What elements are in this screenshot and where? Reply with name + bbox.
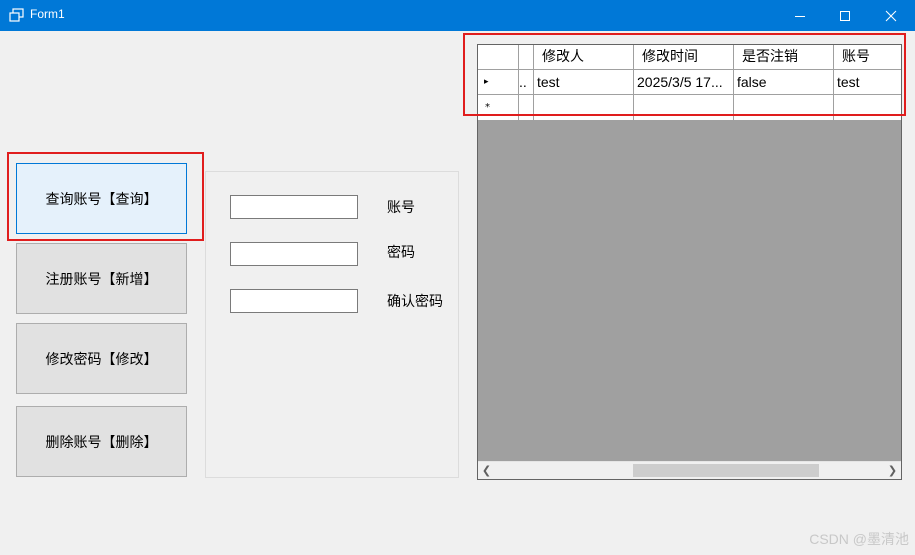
table-cell[interactable]: test bbox=[534, 70, 634, 94]
account-label: 账号 bbox=[387, 200, 415, 216]
account-input[interactable] bbox=[230, 195, 358, 219]
table-cell[interactable] bbox=[734, 95, 834, 120]
table-cell[interactable] bbox=[534, 95, 634, 120]
table-cell[interactable] bbox=[519, 95, 534, 120]
grid-col-modifier-header[interactable]: 修改人 bbox=[534, 45, 634, 69]
window-title: Form1 bbox=[30, 7, 65, 21]
confirm-password-input[interactable] bbox=[230, 289, 358, 313]
title-bar: Form1 bbox=[0, 0, 915, 31]
minimize-icon bbox=[795, 15, 805, 17]
password-label: 密码 bbox=[387, 245, 415, 261]
delete-account-button[interactable]: 删除账号【删除】 bbox=[16, 406, 187, 477]
window-app-icon bbox=[9, 8, 24, 22]
grid-col-account-header[interactable]: 账号 bbox=[834, 45, 901, 69]
watermark: CSDN @墨清池 bbox=[809, 531, 909, 547]
table-cell[interactable] bbox=[634, 95, 734, 120]
table-cell[interactable]: false bbox=[734, 70, 834, 94]
grid-new-row[interactable]: * bbox=[478, 95, 901, 120]
register-account-button[interactable]: 注册账号【新增】 bbox=[16, 243, 187, 314]
maximize-icon bbox=[840, 10, 850, 21]
scroll-thumb[interactable] bbox=[633, 464, 819, 477]
confirm-password-label: 确认密码 bbox=[387, 294, 443, 310]
query-account-button[interactable]: 查询账号【查询】 bbox=[16, 163, 187, 234]
minimize-button[interactable] bbox=[777, 0, 823, 31]
grid-rows: 修改人 修改时间 是否注销 账号 ▸ .. test 2025/3/5 17..… bbox=[478, 45, 901, 120]
table-cell[interactable]: 2025/3/5 17... bbox=[634, 70, 734, 94]
scroll-left-icon[interactable]: ❮ bbox=[478, 464, 495, 477]
data-grid[interactable]: 修改人 修改时间 是否注销 账号 ▸ .. test 2025/3/5 17..… bbox=[477, 44, 902, 480]
horizontal-scrollbar[interactable]: ❮ ❯ bbox=[478, 461, 901, 479]
close-button[interactable] bbox=[868, 0, 914, 31]
change-password-button[interactable]: 修改密码【修改】 bbox=[16, 323, 187, 394]
grid-col-time-header[interactable]: 修改时间 bbox=[634, 45, 734, 69]
password-input[interactable] bbox=[230, 242, 358, 266]
scroll-right-icon[interactable]: ❯ bbox=[884, 464, 901, 477]
grid-corner-cell bbox=[478, 45, 519, 69]
table-cell[interactable]: test bbox=[834, 70, 901, 94]
new-row-asterisk-icon[interactable]: * bbox=[478, 95, 519, 120]
table-row[interactable]: ▸ .. test 2025/3/5 17... false test bbox=[478, 70, 901, 95]
grid-col-cancelled-header[interactable]: 是否注销 bbox=[734, 45, 834, 69]
grid-header-row: 修改人 修改时间 是否注销 账号 bbox=[478, 45, 901, 70]
grid-col-id-header[interactable] bbox=[519, 45, 534, 69]
maximize-button[interactable] bbox=[822, 0, 868, 31]
row-selector-icon[interactable]: ▸ bbox=[478, 70, 519, 94]
table-cell[interactable]: .. bbox=[519, 70, 534, 94]
close-icon bbox=[885, 10, 897, 21]
table-cell[interactable] bbox=[834, 95, 901, 120]
